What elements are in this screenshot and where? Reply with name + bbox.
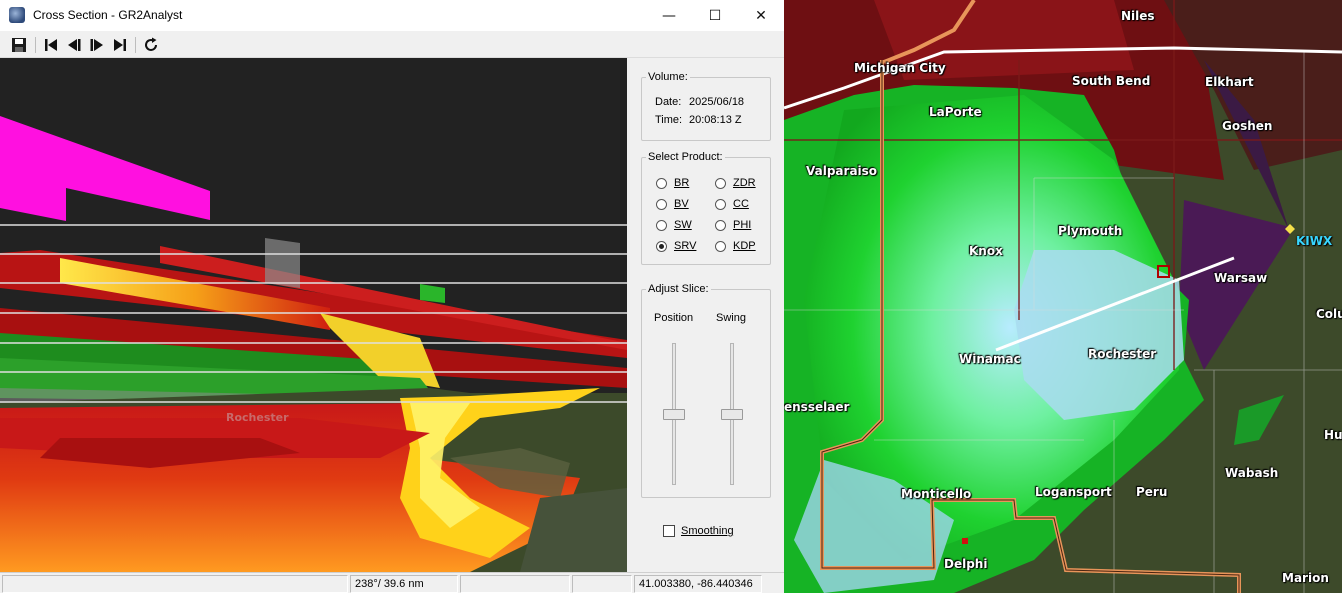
city-label: South Bend [1072,74,1151,88]
radio-indicator [715,198,726,210]
time-label: Time: [655,114,683,126]
save-icon[interactable] [9,35,29,55]
radio-indicator [715,219,726,231]
cross-section-image [0,58,627,572]
product-radio-br[interactable]: BR [656,177,689,189]
city-label: Colu [1316,307,1342,321]
status-bearing-range: 238°/ 39.6 nm [350,575,458,593]
radar-station-label: KIWX [1296,234,1333,248]
city-label: LaPorte [929,105,982,119]
city-label: Warsaw [1214,271,1268,285]
radio-indicator [715,240,726,252]
radio-indicator [656,219,667,231]
city-label: Goshen [1222,119,1273,133]
product-radio-label: ZDR [733,177,756,189]
cross-section-display[interactable]: Rochester [0,58,627,572]
refresh-icon[interactable] [141,35,161,55]
status-cell [460,575,570,593]
adjust-slice-legend: Adjust Slice: [648,283,709,295]
swing-slider-thumb[interactable] [721,408,743,420]
date-label: Date: [655,96,682,108]
product-radio-label: SW [674,219,692,231]
product-radio-bv[interactable]: BV [656,198,689,210]
status-bar: 238°/ 39.6 nm 41.003380, -86.440346 [0,572,784,593]
smoothing-checkbox[interactable]: Smoothing [663,525,734,537]
product-radio-label: BR [674,177,690,189]
window-title: Cross Section - GR2Analyst [33,8,183,22]
step-back-icon[interactable] [64,35,84,55]
city-label: Hu [1324,428,1342,442]
checkbox-indicator [663,525,675,537]
status-coordinates: 41.003380, -86.440346 [634,575,762,593]
city-label: Monticello [901,487,972,501]
radio-indicator [656,177,667,189]
city-label: Wabash [1225,466,1279,480]
cross-section-window: Cross Section - GR2Analyst — ☐ ✕ Rochest… [0,0,784,593]
skip-first-icon[interactable] [41,35,61,55]
radar-map[interactable]: KIWX Niles Michigan City South Bend Elkh… [784,0,1342,593]
time-value: 20:08:13 Z [689,114,742,126]
radio-indicator [715,177,726,189]
city-label: Marion [1282,571,1329,585]
radar-imagery [784,0,1342,593]
toolbar-separator [35,37,36,53]
city-label: ensselaer [784,400,850,414]
step-forward-icon[interactable] [87,35,107,55]
product-radio-phi[interactable]: PHI [715,219,751,231]
radio-indicator [656,198,667,210]
app-icon [9,7,25,23]
city-label: Rochester [1088,347,1157,361]
control-panel: Volume: Date: 2025/06/18 Time: 20:08:13 … [627,58,784,572]
product-radio-label: CC [733,198,749,210]
product-radio-sw[interactable]: SW [656,219,692,231]
radio-indicator [656,240,667,252]
city-label: Logansport [1035,485,1112,499]
swing-label: Swing [716,312,746,324]
position-slider-thumb[interactable] [663,408,685,420]
smoothing-label: Smoothing [681,525,734,537]
city-label: Delphi [944,557,988,571]
maximize-button[interactable]: ☐ [692,0,738,31]
product-radio-label: KDP [733,240,756,252]
volume-legend: Volume: [648,71,688,83]
product-radio-zdr[interactable]: ZDR [715,177,756,189]
city-label: Elkhart [1205,75,1254,89]
skip-last-icon[interactable] [110,35,130,55]
city-label: Knox [969,244,1003,258]
close-button[interactable]: ✕ [738,0,784,31]
city-label: Niles [1121,9,1155,23]
product-radio-label: BV [674,198,689,210]
product-legend: Select Product: [648,151,723,163]
city-label: Plymouth [1058,224,1123,238]
position-label: Position [654,312,694,324]
toolbar-separator [135,37,136,53]
status-cell [2,575,348,593]
product-radio-label: PHI [733,219,752,231]
title-bar[interactable]: Cross Section - GR2Analyst — ☐ ✕ [0,0,784,31]
product-radio-label: SRV [674,240,697,252]
status-cell [572,575,632,593]
toolbar [0,31,784,58]
product-radio-srv[interactable]: SRV [656,240,696,252]
city-label: Valparaiso [806,164,878,178]
date-value: 2025/06/18 [689,96,745,108]
city-label: Michigan City [854,61,946,75]
city-label: Peru [1136,485,1168,499]
city-label: Winamac [959,352,1021,366]
product-radio-kdp[interactable]: KDP [715,240,756,252]
cross-section-town-label: Rochester [226,411,289,424]
product-radio-cc[interactable]: CC [715,198,749,210]
minimize-button[interactable]: — [646,0,692,31]
